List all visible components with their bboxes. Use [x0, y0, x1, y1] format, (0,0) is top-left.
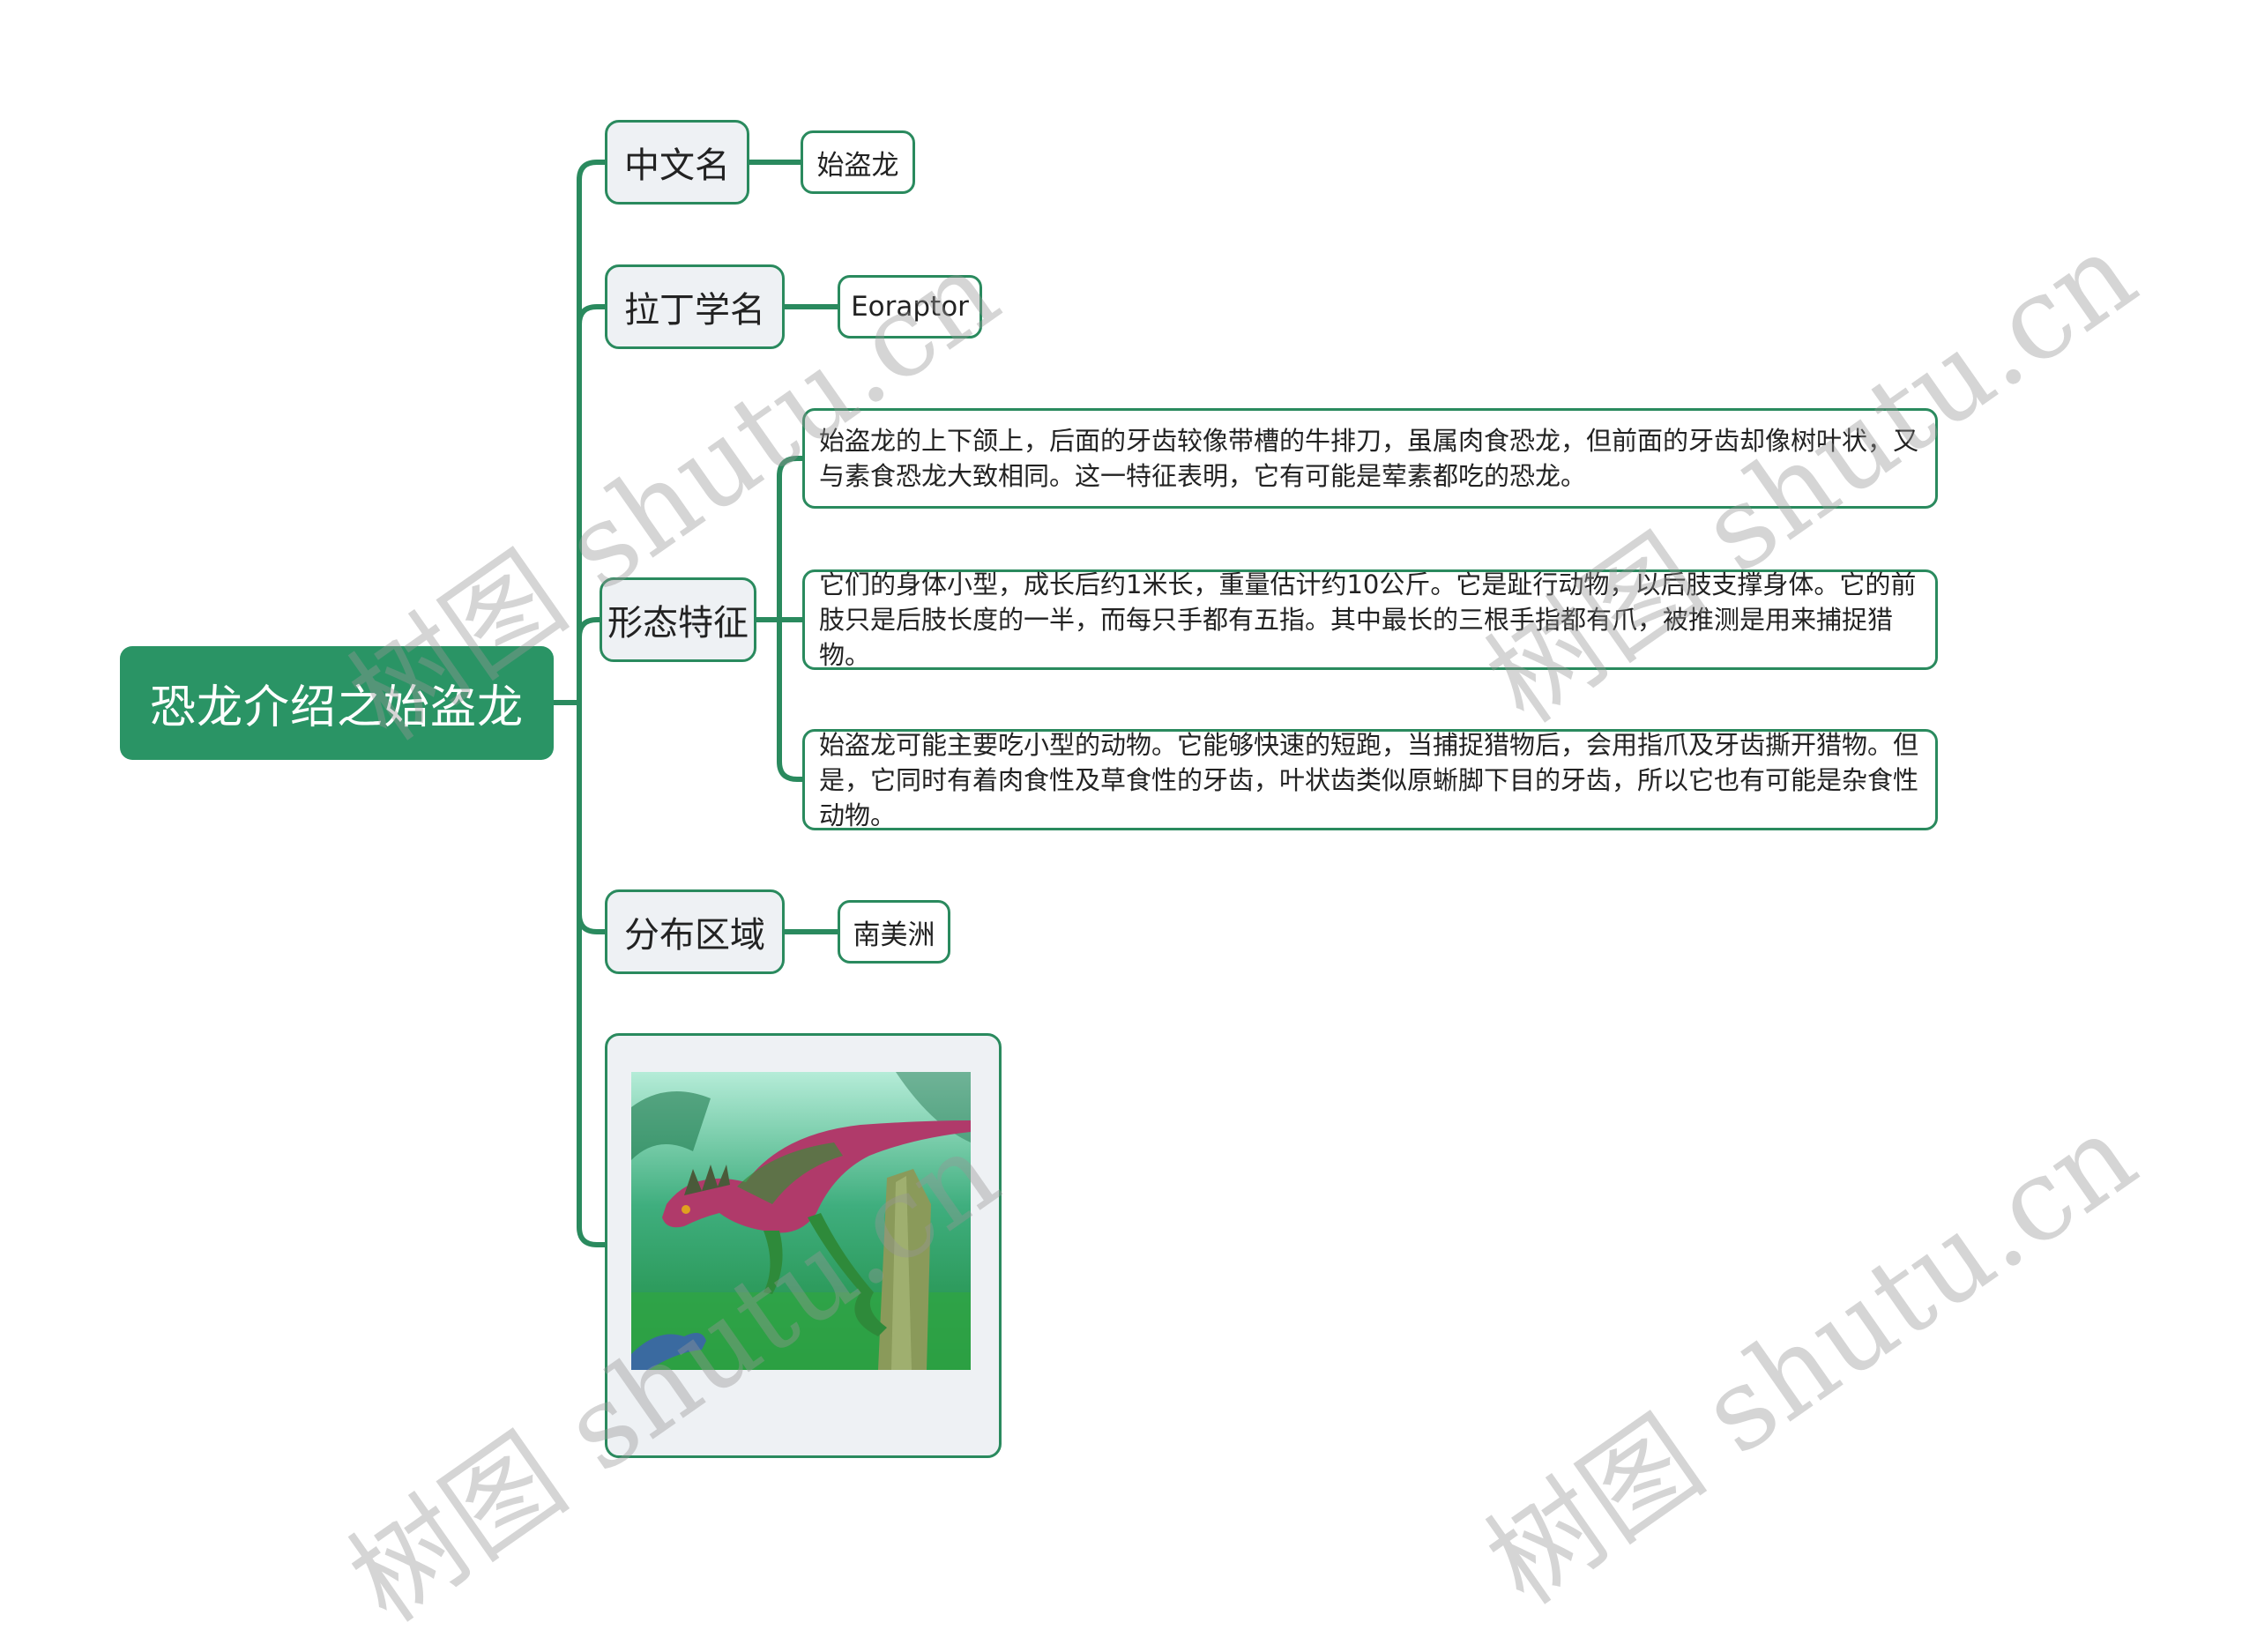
root-node[interactable]: 恐龙介绍之始盗龙: [120, 646, 554, 760]
branch-morphology[interactable]: 形态特征: [600, 577, 756, 662]
leaf-morphology-1[interactable]: 始盗龙的上下颌上，后面的牙齿较像带槽的牛排刀，虽属肉食恐龙，但前面的牙齿却像树叶…: [802, 408, 1938, 509]
branch-label: 分布区域: [624, 915, 765, 956]
paragraph-text: 它们的身体小型，成长后约1米长，重量估计约10公斤。它是趾行动物，以后肢支撑身体…: [819, 569, 1917, 670]
branch-distribution[interactable]: 分布区域: [605, 889, 785, 974]
leaf-distribution[interactable]: 南美洲: [838, 900, 950, 964]
leaf-label: 始盗龙: [816, 149, 899, 182]
branch-latin-name[interactable]: 拉丁学名: [605, 264, 785, 349]
connector-dist: [577, 912, 607, 934]
leaf-chinese-name[interactable]: 始盗龙: [801, 130, 915, 194]
leaf-morphology-2[interactable]: 它们的身体小型，成长后约1米长，重量估计约10公斤。它是趾行动物，以后肢支撑身体…: [802, 569, 1938, 670]
branch-chinese-name[interactable]: 中文名: [605, 120, 749, 205]
dinosaur-image: [631, 1072, 971, 1370]
connector-morph-sub: [754, 456, 805, 782]
leaf-label: 南美洲: [853, 919, 935, 951]
leaf-label: Eoraptor: [851, 291, 969, 323]
branch-label: 形态特征: [607, 603, 749, 644]
branch-label: 中文名: [624, 145, 730, 186]
root-label: 恐龙介绍之始盗龙: [149, 681, 524, 734]
dinosaur-illustration-icon: [631, 1072, 971, 1370]
leaf-morphology-3[interactable]: 始盗龙可能主要吃小型的动物。它能够快速的短跑，当捕捉猎物后，会用指爪及牙齿撕开猎…: [802, 729, 1938, 830]
branch-label: 拉丁学名: [624, 290, 765, 331]
paragraph-text: 始盗龙可能主要吃小型的动物。它能够快速的短跑，当捕捉猎物后，会用指爪及牙齿撕开猎…: [819, 729, 1919, 830]
paragraph-text: 始盗龙的上下颌上，后面的牙齿较像带槽的牛排刀，虽属肉食恐龙，但前面的牙齿却像树叶…: [819, 426, 1919, 491]
image-node[interactable]: [605, 1033, 1002, 1458]
connector-trunk: [577, 160, 607, 1247]
leaf-latin-name[interactable]: Eoraptor: [838, 275, 982, 339]
connector-latin: [577, 304, 607, 327]
